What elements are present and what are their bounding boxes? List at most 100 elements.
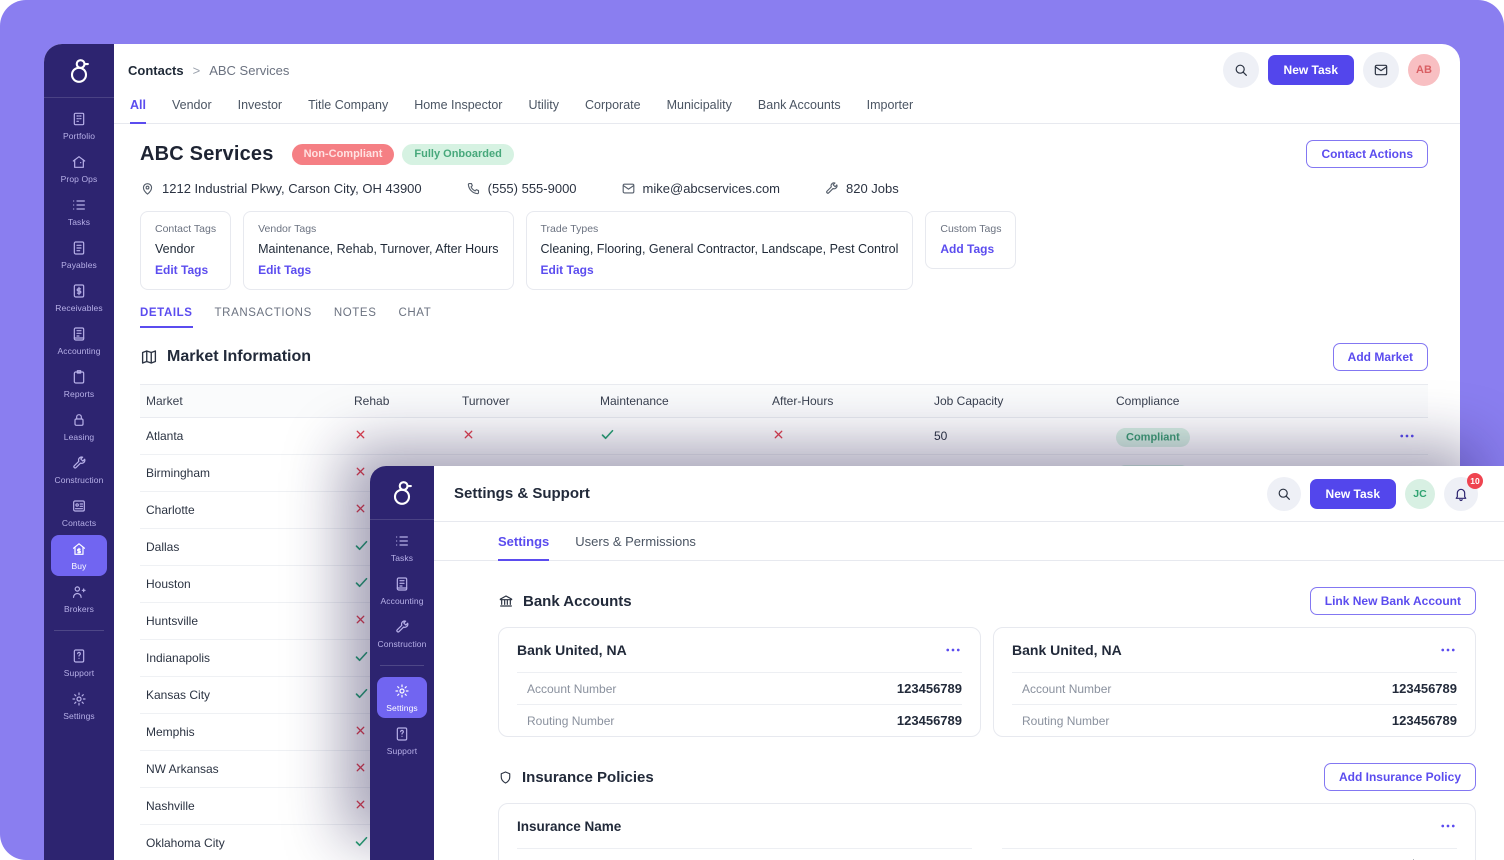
settings-header: Settings & Support New Task JC 10 [434, 466, 1504, 522]
breadcrumb: Contacts > ABC Services [128, 63, 289, 78]
sidebar-item-accounting[interactable]: Accounting [51, 320, 107, 361]
email-icon [621, 181, 636, 196]
section-title: Insurance Policies [522, 769, 654, 786]
sidebar-divider [380, 665, 424, 666]
detail-tab[interactable]: NOTES [334, 307, 377, 328]
field-row: Coverage Amount $20,000 [1002, 848, 1457, 860]
sidebar-item-tasks[interactable]: Tasks [51, 191, 107, 232]
sidebar-item-settings[interactable]: Settings [51, 685, 107, 726]
insurance-policy-card: Insurance Name Carrier State Farm [498, 803, 1476, 860]
settings-tabs: Settings Users & Permissions [434, 522, 1504, 561]
tag-card-action[interactable]: Edit Tags [541, 263, 899, 277]
contact-type-tab[interactable]: Title Company [308, 96, 388, 123]
sidebar-item-contacts[interactable]: Contacts [51, 492, 107, 533]
settings-tab[interactable]: Users & Permissions [575, 534, 696, 560]
market-cell: Indianapolis [140, 651, 348, 665]
sidebar-item-portfolio[interactable]: Portfolio [51, 105, 107, 146]
tag-card-action[interactable]: Edit Tags [258, 263, 498, 277]
new-task-button[interactable]: New Task [1310, 479, 1396, 509]
row-menu-button[interactable] [1398, 427, 1416, 445]
add-insurance-policy-button[interactable]: Add Insurance Policy [1324, 763, 1476, 791]
sidebar-item-tasks[interactable]: Tasks [377, 527, 427, 568]
column-header: After-Hours [766, 385, 928, 417]
app-logo[interactable] [370, 466, 434, 520]
messages-button[interactable] [1363, 52, 1399, 88]
new-task-button[interactable]: New Task [1268, 55, 1354, 85]
sidebar-item-brokers[interactable]: Brokers [51, 578, 107, 619]
field-label: Routing Number [1022, 714, 1109, 728]
section-title: Market Information [167, 348, 311, 366]
user-avatar[interactable]: AB [1408, 54, 1440, 86]
sidebar-item-payables[interactable]: Payables [51, 234, 107, 275]
sidebar-item-reports[interactable]: Reports [51, 363, 107, 404]
search-icon [1276, 486, 1292, 502]
search-button[interactable] [1267, 477, 1301, 511]
sidebar-item-label: Brokers [64, 604, 94, 614]
user-avatar[interactable]: JC [1405, 479, 1435, 509]
tag-card-action[interactable]: Edit Tags [155, 263, 216, 277]
market-cell: Huntsville [140, 614, 348, 628]
portfolio-icon [71, 111, 87, 127]
search-button[interactable] [1223, 52, 1259, 88]
main-sidebar-nav: Portfolio Prop Ops Tasks Payables Receiv… [44, 98, 114, 626]
brokers-icon [71, 584, 87, 600]
contact-actions-button[interactable]: Contact Actions [1306, 140, 1428, 168]
contact-info-item: (555) 555-9000 [466, 181, 577, 196]
market-cell: Kansas City [140, 688, 348, 702]
detail-tab[interactable]: TRANSACTIONS [215, 307, 312, 328]
insurance-name: Insurance Name [517, 819, 621, 834]
card-menu-button[interactable] [1439, 817, 1457, 835]
contact-type-tabs: All Vendor Investor Title Company Home Inspe… [114, 96, 1460, 124]
sidebar-item-construction[interactable]: Construction [377, 613, 427, 654]
settings-sidebar: Tasks Accounting Construction Settings S… [370, 466, 434, 860]
detail-tabs: DETAILS TRANSACTIONS NOTES CHAT [140, 307, 1428, 328]
contact-info-text: 1212 Industrial Pkwy, Carson City, OH 43… [162, 181, 422, 196]
settings-tab[interactable]: Settings [498, 534, 549, 561]
contact-type-tab[interactable]: Municipality [667, 96, 732, 123]
breadcrumb-current: ABC Services [209, 63, 289, 78]
sidebar-item-construction[interactable]: Construction [51, 449, 107, 490]
notifications-button[interactable]: 10 [1444, 477, 1478, 511]
tag-card-value: Maintenance, Rehab, Turnover, After Hour… [258, 242, 498, 256]
contact-type-tab[interactable]: Vendor [172, 96, 212, 123]
sidebar-item-receivables[interactable]: Receivables [51, 277, 107, 318]
sidebar-item-label: Support [64, 668, 94, 678]
sidebar-item-support[interactable]: Support [377, 720, 427, 761]
detail-tab[interactable]: DETAILS [140, 307, 193, 328]
table-row: Atlanta 50 Compliant [140, 418, 1428, 455]
field-row: Account Number 123456789 [1012, 672, 1457, 704]
contact-type-tab[interactable]: Bank Accounts [758, 96, 841, 123]
contact-type-tab[interactable]: Importer [867, 96, 914, 123]
sidebar-item-support[interactable]: Support [51, 642, 107, 683]
add-market-button[interactable]: Add Market [1333, 343, 1428, 371]
pin-icon [140, 181, 155, 196]
tag-card-title: Vendor Tags [258, 223, 498, 235]
contact-type-tab[interactable]: Corporate [585, 96, 641, 123]
bank-account-card: Bank United, NA Account Number 123456789… [498, 627, 981, 737]
sidebar-item-leasing[interactable]: Leasing [51, 406, 107, 447]
detail-tab[interactable]: CHAT [398, 307, 431, 328]
app-logo[interactable] [44, 44, 114, 98]
link-new-bank-account-button[interactable]: Link New Bank Account [1310, 587, 1476, 615]
sidebar-item-settings[interactable]: Settings [377, 677, 427, 718]
column-header: Compliance [1110, 385, 1328, 417]
contact-info-item: mike@abcservices.com [621, 181, 780, 196]
contact-type-tab[interactable]: Investor [238, 96, 282, 123]
breadcrumb-root[interactable]: Contacts [128, 63, 184, 78]
sidebar-item-buy[interactable]: Buy [51, 535, 107, 576]
turnover-status [456, 428, 594, 444]
tag-card-action[interactable]: Add Tags [940, 242, 1001, 256]
field-row: Routing Number 123456789 [517, 704, 962, 736]
sidebar-item-prop-ops[interactable]: Prop Ops [51, 148, 107, 189]
market-table-header: MarketRehabTurnoverMaintenanceAfter-Hour… [140, 384, 1428, 418]
column-header: Job Capacity [928, 385, 1110, 417]
sidebar-item-accounting[interactable]: Accounting [377, 570, 427, 611]
contact-type-tab[interactable]: All [130, 96, 146, 124]
rehab-status [348, 428, 456, 444]
card-menu-button[interactable] [944, 641, 962, 659]
support-icon [71, 648, 87, 664]
contact-type-tab[interactable]: Home Inspector [414, 96, 502, 123]
card-menu-button[interactable] [1439, 641, 1457, 659]
contact-type-tab[interactable]: Utility [528, 96, 559, 123]
field-row: Carrier State Farm [517, 848, 972, 860]
